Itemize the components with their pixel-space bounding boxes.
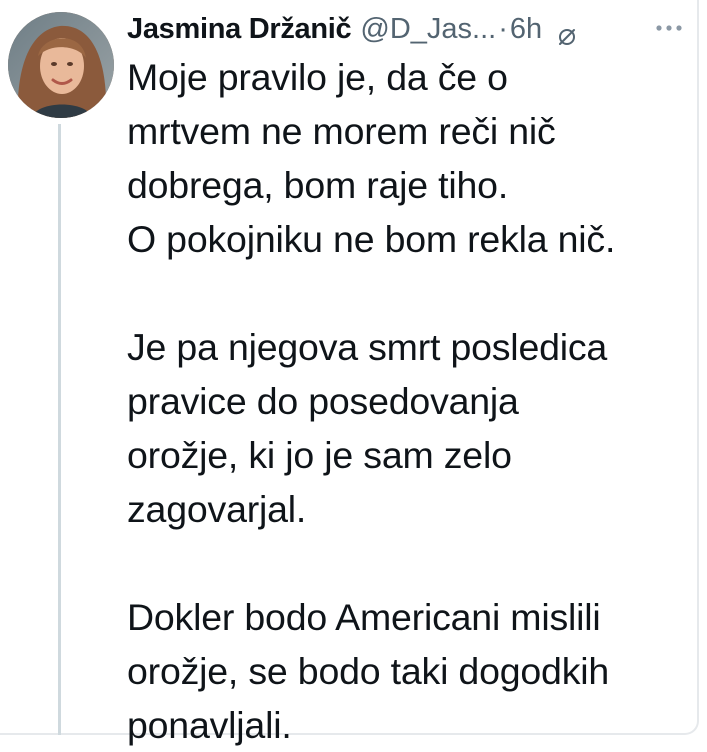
tweet-text-line: Dokler bodo Americani mislili	[127, 596, 601, 638]
tweet-paragraph: Dokler bodo Americani mislili orožje, se…	[127, 590, 687, 752]
avatar[interactable]	[8, 12, 114, 118]
more-options-icon[interactable]	[655, 20, 683, 31]
tweet-paragraph: Je pa njegova smrt posledica pravice do …	[127, 320, 687, 536]
author-handle[interactable]: @D_Jas...	[360, 8, 496, 50]
avatar-image	[8, 12, 114, 118]
tweet-text-line: mrtvem ne morem reči nič	[127, 110, 556, 152]
tweet-text-line: Moje pravilo je, da če o	[127, 56, 508, 98]
tweet-text: Moje pravilo je, da če o mrtvem ne morem…	[127, 50, 687, 752]
tweet-text-line: orožje, ki jo je sam zelo	[127, 434, 512, 476]
tweet-paragraph: Moje pravilo je, da če o mrtvem ne morem…	[127, 50, 687, 266]
thread-connector-line	[58, 124, 61, 735]
tweet-text-line: dobrega, bom raje tiho.	[127, 164, 509, 206]
tweet-header: Jasmina Držanič @D_Jas... · 6h	[127, 8, 578, 50]
tweet-text-line: O pokojniku ne bom rekla nič.	[127, 218, 616, 260]
tweet-text-line: ponavljali.	[127, 704, 292, 746]
tweet-text-line: zagovarjal.	[127, 488, 307, 530]
tweet-text-line: pravice do posedovanja	[127, 380, 519, 422]
tweet-timestamp[interactable]: 6h	[510, 8, 542, 50]
edit-indicator-icon	[556, 18, 578, 45]
tweet-text-line: orožje, se bodo taki dogodkih	[127, 650, 610, 692]
tweet-text-line: Je pa njegova smrt posledica	[127, 326, 608, 368]
header-separator: ·	[498, 13, 508, 45]
author-name[interactable]: Jasmina Držanič	[127, 8, 352, 50]
tweet-card[interactable]: Jasmina Držanič @D_Jas... · 6h Moje prav…	[0, 0, 699, 746]
